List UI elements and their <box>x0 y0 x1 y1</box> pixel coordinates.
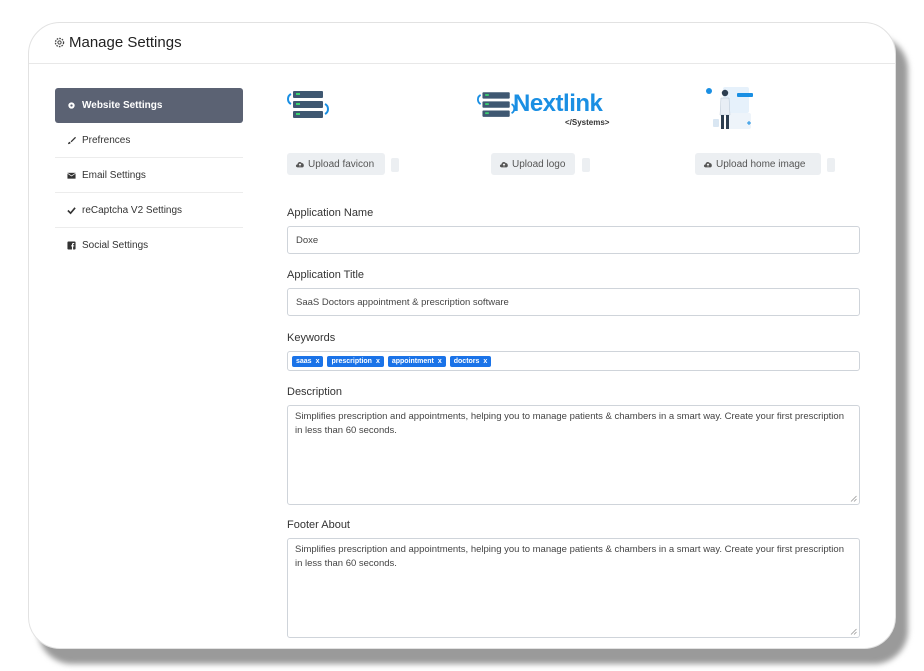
resize-grip-icon[interactable] <box>850 495 857 502</box>
description-label: Description <box>287 386 343 398</box>
page-header: Manage Settings <box>29 23 895 64</box>
image-uploads: Nextlink </Systems> Upload favicon Uploa… <box>287 83 860 223</box>
keyword-text: saas <box>296 357 312 365</box>
keywords-label: Keywords <box>287 332 336 344</box>
app-name-input[interactable]: Doxe <box>287 226 860 254</box>
envelope-icon <box>67 171 76 180</box>
upload-logo-button[interactable]: Upload logo <box>491 153 575 175</box>
sidebar-item-social-settings[interactable]: Social Settings <box>55 228 243 263</box>
app-title-label: Application Title <box>287 269 365 281</box>
home-image <box>706 87 753 129</box>
sidebar-item-email-settings[interactable]: Email Settings <box>55 158 243 193</box>
upload-favicon-button[interactable]: Upload favicon <box>287 153 385 175</box>
logo-file-input[interactable] <box>582 158 590 172</box>
logo-text: Nextlink <box>513 90 603 117</box>
remove-tag-icon[interactable]: x <box>376 358 380 365</box>
keyword-tag: prescription x <box>327 355 384 367</box>
footer-about-textarea[interactable]: Simplifies prescription and appointments… <box>287 538 860 638</box>
sidebar-item-label: Prefrences <box>82 134 131 146</box>
sidebar-item-label: Social Settings <box>82 240 149 251</box>
sidebar-item-website-settings[interactable]: Website Settings <box>55 88 243 123</box>
keyword-text: appointment <box>391 357 434 365</box>
check-icon <box>67 206 76 215</box>
cloud-upload-icon <box>703 161 712 168</box>
upload-home-image-label: Upload home image <box>716 158 806 170</box>
keyword-text: doctors <box>453 357 480 365</box>
description-textarea[interactable]: Simplifies prescription and appointments… <box>287 405 860 505</box>
description-text: Simplifies prescription and appointments… <box>295 411 844 436</box>
remove-tag-icon[interactable]: x <box>438 358 442 365</box>
upload-home-image-button[interactable]: Upload home image <box>695 153 821 175</box>
page-title: Manage Settings <box>69 34 182 51</box>
logo-subtext: </Systems> <box>565 118 610 127</box>
upload-logo-label: Upload logo <box>512 158 566 170</box>
sidebar-item-prefrences[interactable]: Prefrences <box>55 123 243 158</box>
logo-server-icon <box>477 92 516 117</box>
upload-favicon-label: Upload favicon <box>308 158 375 170</box>
gear-icon <box>67 101 76 110</box>
sidebar-item-label: reCaptcha V2 Settings <box>82 204 183 216</box>
favicon-file-input[interactable] <box>391 158 399 172</box>
settings-card: Manage Settings Website Settings Prefren… <box>28 22 896 649</box>
favicon-image <box>287 91 329 118</box>
cloud-upload-icon <box>499 161 508 168</box>
footer-about-text: Simplifies prescription and appointments… <box>295 544 844 569</box>
facebook-icon <box>67 241 76 250</box>
brush-icon <box>67 136 76 145</box>
keyword-text: prescription <box>331 357 372 365</box>
keyword-tag: saas x <box>292 355 324 367</box>
sidebar-item-label: Email Settings <box>82 169 146 181</box>
keywords-input[interactable]: saas x prescription x appointment x doct… <box>287 351 860 371</box>
keyword-tag: doctors x <box>449 355 492 367</box>
sidebar-item-recaptcha-settings[interactable]: reCaptcha V2 Settings <box>55 193 243 228</box>
keyword-tag: appointment x <box>387 355 446 367</box>
sidebar-item-label: Website Settings <box>82 100 163 111</box>
remove-tag-icon[interactable]: x <box>316 358 320 365</box>
resize-grip-icon[interactable] <box>850 628 857 635</box>
site-logo: Nextlink </Systems> <box>477 88 627 128</box>
settings-form: Nextlink </Systems> Upload favicon Uploa… <box>287 83 860 638</box>
remove-tag-icon[interactable]: x <box>483 358 487 365</box>
footer-about-label: Footer About <box>287 519 350 531</box>
home-image-file-input[interactable] <box>827 158 835 172</box>
cloud-upload-icon <box>295 161 304 168</box>
app-title-input[interactable]: SaaS Doctors appointment & prescription … <box>287 288 860 316</box>
settings-sidebar: Website Settings Prefrences Email Settin… <box>55 88 243 263</box>
gear-icon <box>54 37 65 48</box>
